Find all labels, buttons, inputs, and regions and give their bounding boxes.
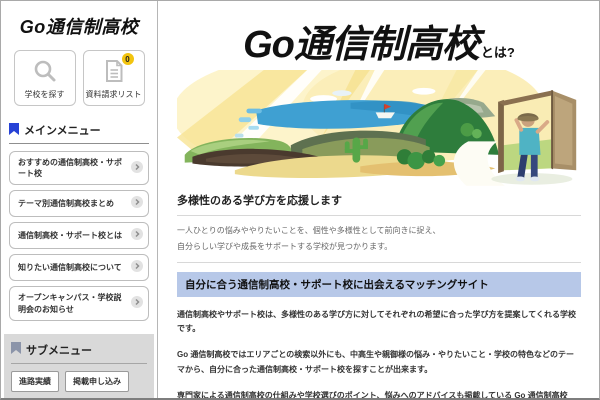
main-menu-section: メインメニュー おすすめの通信制高校・サポート校 テーマ別通信制高校まとめ 通信… <box>1 122 157 321</box>
menu-item-theme-summary[interactable]: テーマ別通信制高校まとめ <box>9 190 149 217</box>
landscape-door-illustration <box>177 70 582 188</box>
action-label: 学校を探す <box>25 89 65 100</box>
search-school-button[interactable]: 学校を探す <box>14 50 76 106</box>
listing-application-button[interactable]: 掲載申し込み <box>65 371 129 392</box>
chevron-right-icon <box>131 296 143 311</box>
chevron-right-icon <box>131 196 143 211</box>
matching-site-banner: 自分に合う通信制高校・サポート校に出会えるマッチングサイト <box>177 272 581 297</box>
site-logo[interactable]: Go通信制高校 <box>1 13 157 39</box>
landscape-illustration-svg <box>177 70 582 188</box>
main-menu-header: メインメニュー <box>9 122 149 144</box>
page-title-main: Go通信制高校 <box>243 24 479 66</box>
search-icon <box>32 58 58 87</box>
sub-menu-title: サブメニュー <box>26 342 92 358</box>
page: Go通信制高校 学校を探す <box>0 0 600 400</box>
intro-line-2: 自分らしい学びや成長をサポートする学校が見つかります。 <box>177 242 392 251</box>
main-menu: おすすめの通信制高校・サポート校 テーマ別通信制高校まとめ 通信制高校・サポート… <box>9 151 149 321</box>
main-content: Go通信制高校とは? <box>159 1 599 398</box>
description-paragraph: 専門家による通信制高校の仕組みや学校選びのポイント、悩みへのアドバイスも掲載して… <box>177 389 581 400</box>
menu-item-open-campus[interactable]: オープンキャンパス・学校説明会のお知らせ <box>9 286 149 320</box>
chevron-right-icon <box>131 260 143 275</box>
sidebar: Go通信制高校 学校を探す <box>1 1 158 398</box>
main-menu-title: メインメニュー <box>24 122 101 138</box>
chevron-right-icon <box>131 161 143 176</box>
request-count-badge: 0 <box>122 53 134 65</box>
bookmark-icon <box>9 123 19 138</box>
sub-menu-section: サブメニュー 進路実績 掲載申し込み <box>4 334 154 400</box>
career-results-button[interactable]: 進路実績 <box>11 371 59 392</box>
description-paragraph: Go 通信制高校ではエリアごとの検索以外にも、中高生や親御様の悩み・やりたいこと… <box>177 348 581 378</box>
page-title: Go通信制高校とは? <box>177 13 581 68</box>
menu-item-want-to-know[interactable]: 知りたい通信制高校について <box>9 254 149 281</box>
sub-menu-header: サブメニュー <box>11 342 147 364</box>
divider <box>177 262 581 263</box>
request-list-button[interactable]: 0 資料請求リスト <box>83 50 145 106</box>
divider <box>177 215 581 216</box>
bookmark-icon <box>11 342 21 357</box>
intro-line-1: 一人ひとりの悩みややりたいことを、個性や多様性として前向きに捉え、 <box>177 226 441 235</box>
sidebar-actions: 学校を探す 0 資料請求リスト <box>1 50 157 106</box>
page-title-suffix: とは? <box>481 45 515 60</box>
document-icon: 0 <box>101 58 127 87</box>
menu-item-what-is[interactable]: 通信制高校・サポート校とは <box>9 222 149 249</box>
action-label: 資料請求リスト <box>86 89 142 100</box>
chevron-right-icon <box>131 228 143 243</box>
description-paragraph: 通信制高校やサポート校は、多様性のある学び方に対してそれぞれの希望に合った学び方… <box>177 308 581 338</box>
sub-menu-buttons: 進路実績 掲載申し込み <box>11 371 147 392</box>
intro-text: 一人ひとりの悩みややりたいことを、個性や多様性として前向きに捉え、 自分らしい学… <box>177 223 581 255</box>
menu-item-recommended-schools[interactable]: おすすめの通信制高校・サポート校 <box>9 151 149 185</box>
support-heading: 多様性のある学び方を応援します <box>177 192 581 208</box>
